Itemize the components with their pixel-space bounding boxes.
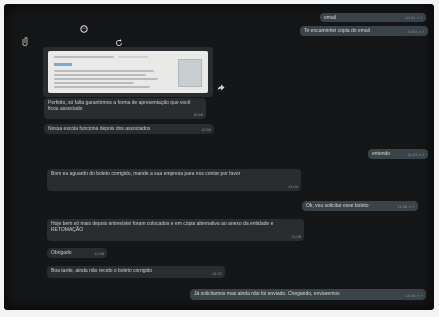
read-ticks-icon: ✓✓ (416, 293, 423, 298)
message-bubble-out[interactable]: email 10:51✓✓ (320, 13, 426, 22)
read-ticks-icon: ✓✓ (418, 29, 425, 34)
message-bubble-in[interactable]: Bom eu aguardo do boleto corrigido, mand… (47, 169, 301, 191)
message-bubble-image[interactable] (43, 47, 213, 97)
read-ticks-icon: ✓✓ (408, 204, 415, 209)
message-text: Ok, vou solicitar esse boleto (306, 203, 369, 209)
message-time: 11:05 (397, 204, 408, 209)
message-meta: 11:01✓✓ (408, 152, 425, 158)
message-text: Boa tarde, ainda não recebi o boleto cor… (51, 268, 153, 274)
chat-window: email 10:51✓✓ Te encaminhei cópia do ema… (4, 4, 434, 310)
read-ticks-icon: ✓✓ (416, 15, 423, 20)
message-bubble-out[interactable]: Ok, vou solicitar esse boleto 11:05✓✓ (302, 201, 418, 211)
message-bubble-in[interactable]: Perfeito, só falta garantirmos a forma d… (44, 98, 206, 119)
message-time: 11:04 (288, 184, 298, 189)
message-time: 14:30 (405, 293, 416, 298)
message-time: 10:51 (405, 15, 416, 20)
message-text: email (324, 15, 336, 21)
message-bubble-in[interactable]: Hoje bem só mais depois entrevistei fora… (47, 219, 304, 241)
message-bubble-out[interactable]: Já solicitamos mas ainda não foi enviado… (190, 289, 426, 300)
message-text: Te encaminhei cópia do email (304, 28, 370, 34)
message-meta: 10:51✓✓ (405, 15, 423, 21)
message-time: 14:22 (211, 271, 222, 276)
message-bubble-in[interactable]: Obrigado 11:08 (47, 248, 107, 258)
message-time: 10:56 (200, 127, 211, 132)
message-text: Já solicitamos mas ainda não foi enviado… (194, 291, 340, 297)
read-ticks-icon: ✓✓ (418, 152, 425, 157)
message-meta: 10:51✓✓ (407, 29, 425, 35)
message-time: 10:51 (407, 29, 418, 34)
message-text: entendo (372, 151, 391, 157)
message-text: Obrigado (51, 250, 72, 256)
message-bubble-in[interactable]: Nossa escola funciona depois dos associa… (44, 124, 214, 134)
message-bubble-out[interactable]: Te encaminhei cópia do email 10:51✓✓ (300, 26, 428, 36)
message-text: Hoje bem só mais depois entrevistei fora… (51, 221, 274, 233)
message-time: 11:01 (407, 152, 418, 157)
emoji-icon[interactable] (80, 20, 88, 38)
forward-icon[interactable] (217, 78, 225, 96)
attach-icon[interactable] (22, 37, 28, 48)
message-time: 11:08 (291, 234, 301, 239)
message-time: 10:56 (192, 112, 203, 117)
message-meta: 11:05✓✓ (398, 204, 415, 210)
message-bubble-in[interactable]: Boa tarde, ainda não recebi o boleto cor… (47, 266, 225, 278)
document-preview-image[interactable] (48, 51, 208, 93)
message-bubble-out[interactable]: entendo 11:01✓✓ (368, 149, 428, 159)
message-text: Perfeito, só falta garantirmos a forma d… (48, 100, 191, 112)
message-time: 11:08 (94, 251, 104, 256)
message-meta: 14:30✓✓ (405, 293, 423, 299)
message-text: Nossa escola funciona depois dos associa… (48, 126, 151, 132)
message-text: Bom eu aguardo do boleto corrigido, mand… (51, 171, 241, 177)
